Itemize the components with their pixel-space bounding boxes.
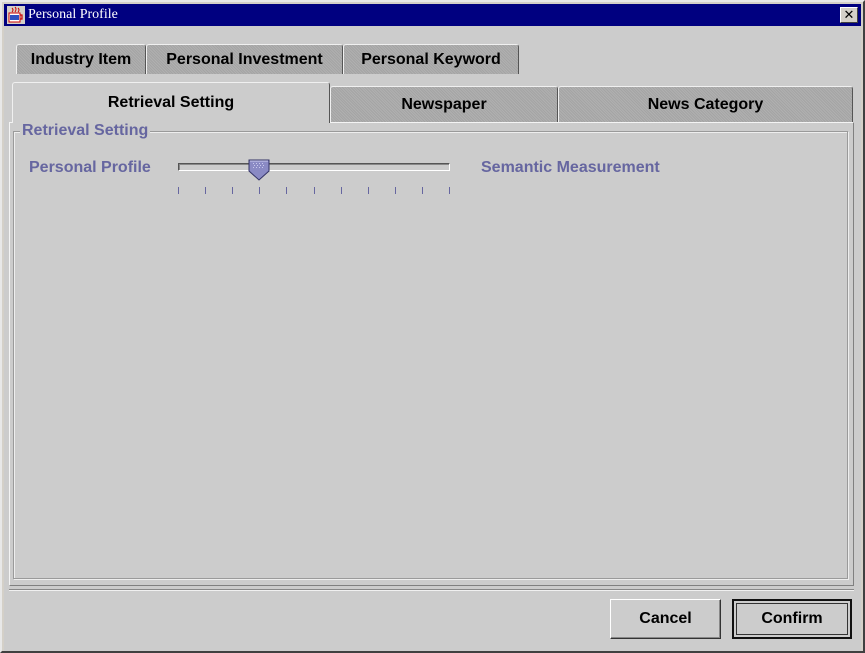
slider-tick — [394, 187, 396, 194]
slider-tick — [367, 187, 369, 194]
dialog-content: Industry Item Personal Investment Person… — [4, 26, 861, 651]
tab-label: Personal Keyword — [361, 50, 501, 68]
slider-tick — [340, 187, 342, 194]
footer-separator — [9, 589, 854, 591]
tab-news-category[interactable]: News Category — [558, 86, 853, 122]
slider-max-label: Semantic Measurement — [481, 159, 660, 176]
group-title: Retrieval Setting — [20, 122, 151, 140]
confirm-label: Confirm — [761, 610, 823, 627]
slider-tick — [421, 187, 423, 194]
tab-label: News Category — [647, 95, 764, 113]
personal-profile-window: Personal Profile ✕ Industry Item Persona… — [0, 0, 865, 653]
tab-personal-keyword[interactable]: Personal Keyword — [343, 44, 519, 74]
retrieval-setting-group: Retrieval Setting Personal Profile Seman… — [13, 122, 848, 579]
close-icon: ✕ — [843, 7, 855, 23]
cancel-label: Cancel — [639, 610, 692, 627]
tab-industry-item[interactable]: Industry Item — [16, 44, 146, 74]
cancel-button[interactable]: Cancel — [610, 599, 721, 639]
slider-tick — [286, 187, 288, 194]
slider-tick — [449, 187, 450, 194]
tab-label: Retrieval Setting — [107, 94, 235, 111]
slider-tick — [205, 187, 207, 194]
tab-label: Industry Item — [30, 50, 132, 68]
tab-retrieval-setting[interactable]: Retrieval Setting — [12, 82, 330, 123]
tab-personal-investment[interactable]: Personal Investment — [146, 44, 343, 74]
slider-min-label: Personal Profile — [29, 159, 151, 176]
slider-ticks — [178, 187, 450, 195]
close-button[interactable]: ✕ — [840, 7, 858, 23]
confirm-button[interactable]: Confirm — [732, 599, 852, 639]
slider-thumb[interactable] — [247, 159, 271, 181]
title-bar[interactable]: Personal Profile ✕ — [4, 4, 861, 26]
slider-track[interactable] — [178, 163, 450, 171]
retrieval-setting-panel: Retrieval Setting Personal Profile Seman… — [9, 122, 854, 586]
slider-tick — [178, 187, 179, 194]
tab-newspaper[interactable]: Newspaper — [330, 86, 558, 122]
slider-tick — [232, 187, 234, 194]
tab-label: Personal Investment — [166, 50, 323, 68]
slider-tick — [313, 187, 315, 194]
slider-tick — [259, 187, 261, 194]
window-title: Personal Profile — [28, 7, 118, 22]
tab-label: Newspaper — [401, 95, 487, 113]
java-cup-icon — [7, 6, 25, 24]
slider-thumb-icon — [248, 159, 270, 181]
